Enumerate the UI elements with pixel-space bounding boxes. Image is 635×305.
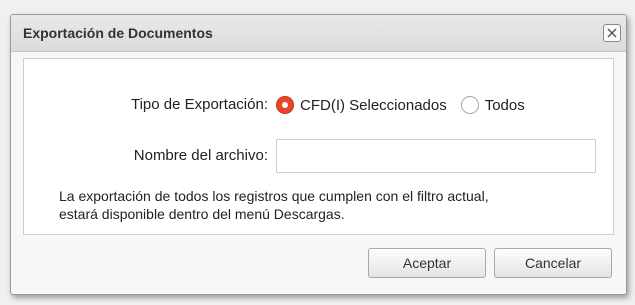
radio-all-documents-label[interactable]: Todos (485, 97, 525, 114)
export-type-row: Tipo de Exportación: CFD(I) Seleccionado… (24, 93, 613, 117)
form-panel: Tipo de Exportación: CFD(I) Seleccionado… (23, 58, 614, 235)
radio-selected-documents-label[interactable]: CFD(I) Seleccionados (300, 97, 447, 114)
export-dialog: Exportación de Documentos Tipo de Export… (10, 14, 627, 295)
export-type-label: Tipo de Exportación: (130, 96, 268, 113)
radio-selected-documents[interactable] (276, 96, 294, 114)
export-type-radio-group: CFD(I) Seleccionados Todos (276, 93, 539, 117)
file-name-label: Nombre del archivo: (133, 147, 268, 164)
close-icon (607, 28, 617, 38)
dialog-titlebar[interactable]: Exportación de Documentos (11, 15, 626, 52)
file-name-row: Nombre del archivo: (24, 139, 613, 173)
export-note: La exportación de todos los registros qu… (59, 187, 609, 223)
dialog-title: Exportación de Documentos (23, 25, 213, 41)
file-name-input[interactable] (276, 139, 596, 173)
accept-button[interactable]: Aceptar (368, 248, 486, 278)
cancel-button[interactable]: Cancelar (494, 248, 612, 278)
export-note-line1: La exportación de todos los registros qu… (59, 188, 489, 204)
export-note-line2: estará disponible dentro del menú Descar… (59, 206, 345, 222)
radio-all-documents[interactable] (460, 96, 479, 114)
close-button[interactable] (603, 24, 621, 42)
